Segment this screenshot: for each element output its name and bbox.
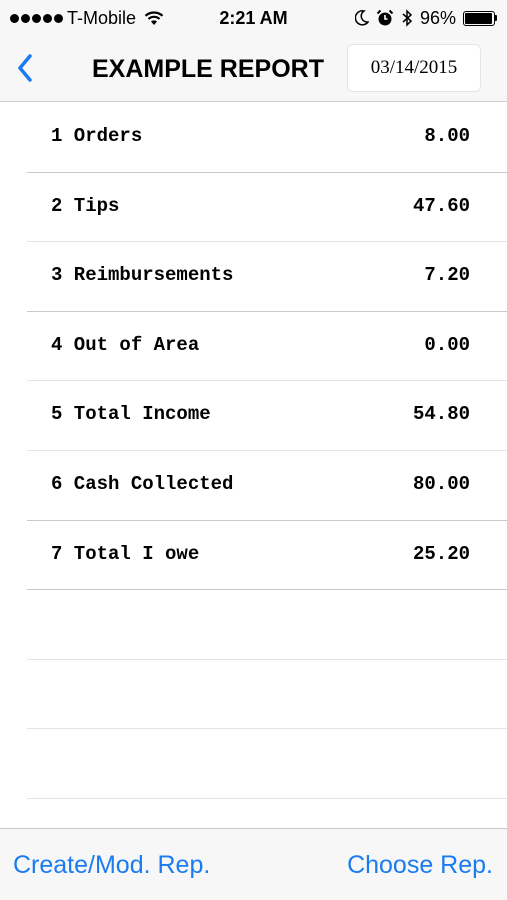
row-label: 4 Out of Area: [51, 333, 200, 356]
empty-row: [27, 660, 507, 730]
back-button[interactable]: [10, 50, 40, 86]
empty-row: [27, 590, 507, 660]
table-row[interactable]: 5 Total Income 54.80: [27, 381, 507, 451]
empty-row: [27, 729, 507, 799]
row-value: 25.20: [412, 542, 470, 565]
page-title: EXAMPLE REPORT: [92, 55, 324, 83]
choose-report-button[interactable]: Choose Rep.: [347, 850, 493, 880]
date-field[interactable]: 03/14/2015: [347, 44, 481, 92]
create-mod-report-button[interactable]: Create/Mod. Rep.: [13, 850, 210, 880]
row-label: 6 Cash Collected: [51, 472, 234, 495]
bluetooth-icon: [402, 9, 413, 27]
row-label: 5 Total Income: [51, 403, 211, 426]
row-label: 3 Reimbursements: [51, 264, 234, 287]
battery-percent: 96%: [419, 8, 456, 28]
row-label: 1 Orders: [51, 125, 143, 147]
chevron-left-icon: [18, 54, 32, 82]
status-right: 96%: [354, 8, 497, 28]
table-row[interactable]: 4 Out of Area 0.00: [27, 312, 507, 382]
table-row[interactable]: 7 Total I owe 25.20: [27, 521, 507, 591]
nav-bar: EXAMPLE REPORT 03/14/2015: [0, 36, 507, 102]
row-value: 8.00: [424, 125, 470, 147]
row-value: 80.00: [412, 472, 470, 495]
alarm-icon: [376, 9, 394, 26]
bottom-toolbar: Create/Mod. Rep. Choose Rep.: [0, 828, 507, 900]
row-value: 54.80: [412, 403, 470, 426]
battery-icon: [463, 10, 497, 26]
table-row[interactable]: 6 Cash Collected 80.00: [27, 451, 507, 521]
table-row[interactable]: 1 Orders 8.00: [27, 103, 507, 173]
row-label: 7 Total I owe: [51, 542, 200, 565]
table-row[interactable]: 3 Reimbursements 7.20: [27, 242, 507, 312]
row-value: 0.00: [424, 333, 470, 356]
moon-icon: [354, 10, 369, 26]
table-row[interactable]: 2 Tips 47.60: [27, 173, 507, 243]
row-value: 7.20: [424, 264, 470, 287]
row-value: 47.60: [412, 194, 470, 217]
status-bar: T-Mobile 2:21 AM 96%: [0, 0, 507, 36]
report-list: 1 Orders 8.00 2 Tips 47.60 3 Reimburseme…: [0, 103, 507, 799]
row-label: 2 Tips: [51, 194, 120, 217]
